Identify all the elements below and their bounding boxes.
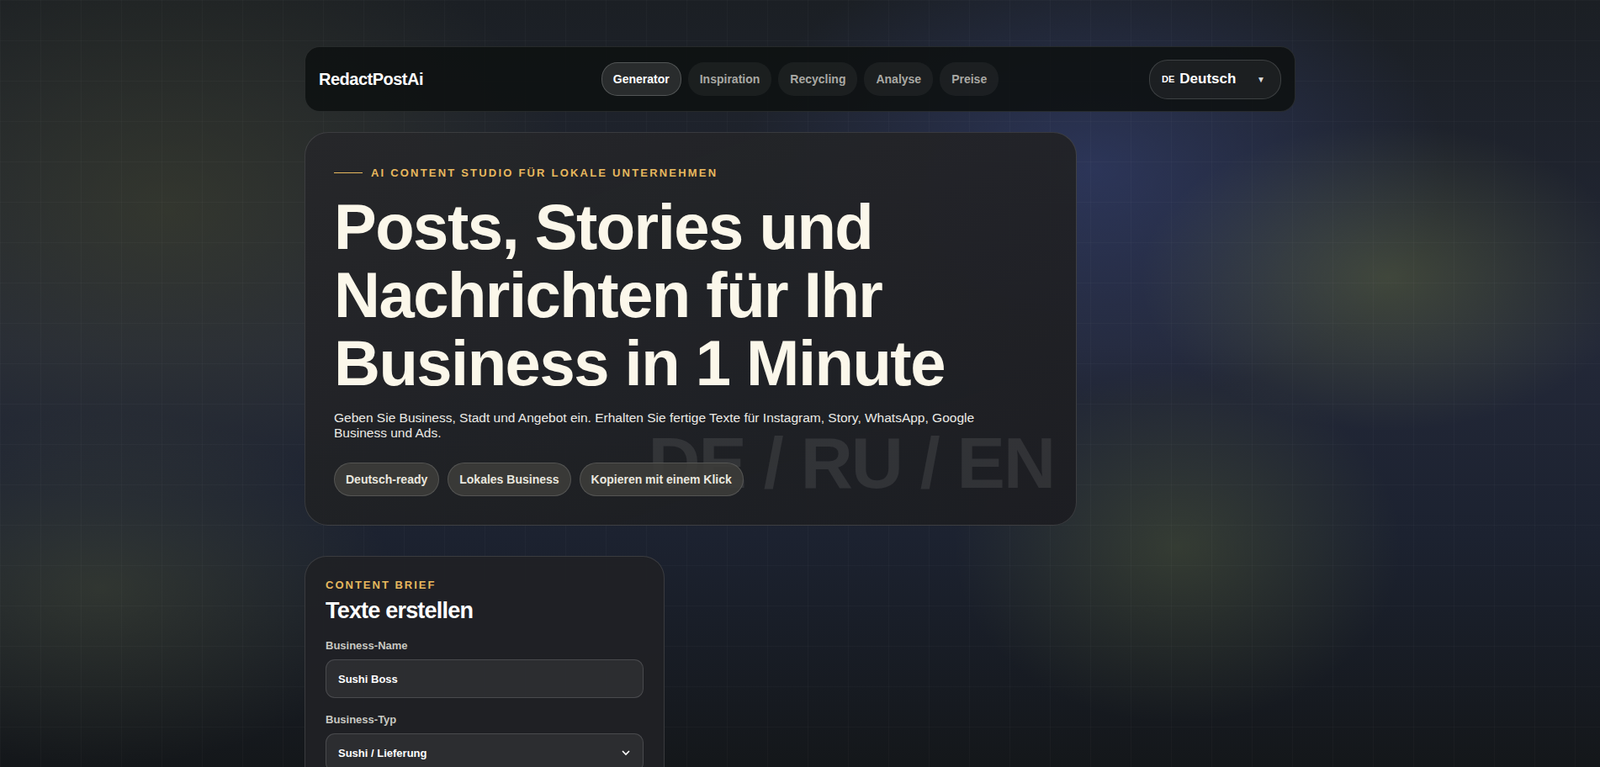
- dropdown-arrow-icon: ▼: [1256, 74, 1266, 85]
- hero-chips: Deutsch-readyLokales BusinessKopieren mi…: [333, 462, 1048, 497]
- logo[interactable]: RedactPostAi: [318, 69, 602, 90]
- hero-title: Posts, Stories undNachrichten für IhrBus…: [333, 192, 1048, 398]
- eyebrow-text: AI CONTENT STUDIO FÜR LOKALE UNTERNEHMEN: [370, 166, 718, 180]
- nav-tab[interactable]: Recycling: [778, 62, 858, 96]
- chevron-down-icon: [620, 747, 631, 758]
- form-title: Texte erstellen: [325, 598, 644, 625]
- language-area: DE Deutsch ▼: [998, 59, 1282, 100]
- language-code: DE: [1161, 74, 1175, 85]
- hero-title-line: Posts, Stories und: [333, 192, 1048, 261]
- field-label: Business-Typ: [325, 713, 644, 726]
- hero-title-line: Nachrichten für Ihr: [333, 260, 1048, 329]
- top-nav: RedactPostAiGeneratorInspirationRecyclin…: [304, 46, 1296, 112]
- form-field: Business-Typ Sushi / Lieferung: [325, 713, 644, 767]
- nav-tab[interactable]: Generator: [601, 62, 682, 96]
- hero-title-line: Business in 1 Minute: [333, 328, 1048, 398]
- business-type-select[interactable]: Sushi / Lieferung: [325, 733, 644, 767]
- field-label: Business-Name: [325, 639, 644, 652]
- feature-chip: Lokales Business: [447, 462, 571, 497]
- feature-chip: Deutsch-ready: [333, 462, 440, 497]
- business-name-input[interactable]: [325, 659, 644, 699]
- nav-tab[interactable]: Inspiration: [688, 62, 773, 96]
- nav-tab[interactable]: Preise: [939, 62, 999, 96]
- form-field: Business-Name: [325, 639, 644, 699]
- eyebrow-line: [333, 172, 363, 174]
- page: RedactPostAiGeneratorInspirationRecyclin…: [304, 0, 1296, 767]
- nav-tab[interactable]: Analyse: [863, 62, 933, 96]
- language-label: Deutsch: [1179, 70, 1236, 88]
- content-brief-card: CONTENT BRIEF Texte erstellen Business-Nam…: [304, 556, 665, 767]
- select-value: Sushi / Lieferung: [338, 747, 427, 760]
- hero-subtitle: Geben Sie Business, Stadt und Angebot ei…: [333, 410, 1016, 441]
- language-select[interactable]: DE Deutsch ▼: [1149, 59, 1282, 100]
- nav-tabs: GeneratorInspirationRecyclingAnalysePrei…: [601, 62, 999, 96]
- hero-card: AI CONTENT STUDIO FÜR LOKALE UNTERNEHMEN…: [304, 132, 1077, 526]
- feature-chip: Kopieren mit einem Klick: [579, 462, 744, 497]
- hero-eyebrow: AI CONTENT STUDIO FÜR LOKALE UNTERNEHMEN: [333, 166, 1048, 180]
- form-eyebrow: CONTENT BRIEF: [325, 578, 644, 592]
